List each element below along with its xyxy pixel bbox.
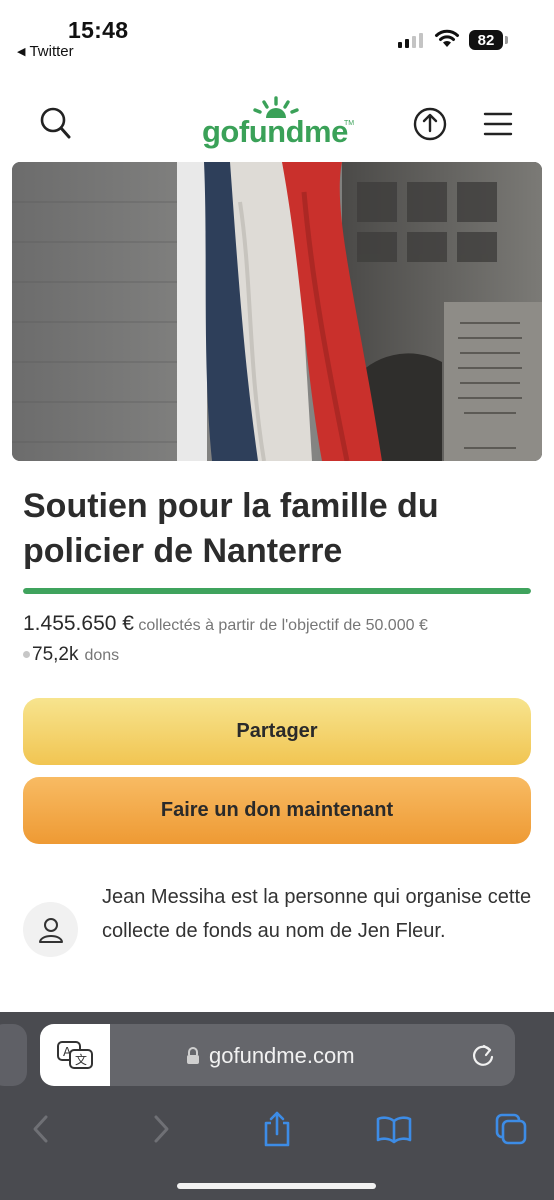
- translate-icon: A 文: [57, 1041, 93, 1069]
- back-icon: [33, 1115, 48, 1143]
- browser-toolbar: [0, 1100, 554, 1164]
- share-icon[interactable]: [410, 104, 450, 144]
- donors-count: 75,2k: [32, 644, 79, 665]
- status-time: 15:48: [68, 17, 129, 43]
- donors-label: dons: [84, 647, 120, 664]
- share-icon: [264, 1111, 290, 1147]
- campaign-hero-image: [12, 162, 542, 461]
- reload-icon[interactable]: [470, 1042, 496, 1068]
- back-to-app-link[interactable]: ◀ Twitter: [17, 43, 74, 60]
- avatar: [23, 902, 78, 957]
- battery-cap: [505, 36, 508, 44]
- battery-icon: 82: [469, 30, 503, 50]
- safari-toolbar: A 文 gofundme.com: [0, 1012, 554, 1200]
- back-triangle-icon: ◀: [17, 46, 26, 58]
- wifi-icon: [435, 29, 459, 47]
- bookmarks-button[interactable]: [371, 1106, 417, 1152]
- back-app-label: Twitter: [29, 43, 74, 60]
- previous-tab-stub[interactable]: [0, 1024, 27, 1086]
- menu-icon[interactable]: [480, 106, 516, 142]
- progress-fill: [23, 588, 531, 594]
- tabs-icon: [495, 1113, 527, 1145]
- forward-icon: [154, 1115, 169, 1143]
- donors-dot-icon: [23, 651, 30, 658]
- address-bar[interactable]: A 文 gofundme.com: [40, 1024, 515, 1086]
- signal-icon: [398, 33, 423, 48]
- url-display[interactable]: gofundme.com: [186, 1043, 355, 1069]
- bookmarks-icon: [376, 1116, 412, 1144]
- safari-share-button[interactable]: [254, 1106, 300, 1152]
- share-button[interactable]: Partager: [23, 698, 531, 765]
- logo-tm: TM: [344, 120, 355, 127]
- forward-button[interactable]: [138, 1106, 184, 1152]
- svg-text:文: 文: [75, 1052, 87, 1067]
- search-icon[interactable]: [36, 104, 76, 144]
- logo-wordmark: gofundme: [202, 114, 348, 149]
- lock-icon: [187, 1047, 199, 1064]
- donors-summary: 75,2k dons: [23, 644, 119, 666]
- url-text: gofundme.com: [209, 1043, 355, 1068]
- tabs-button[interactable]: [488, 1106, 534, 1152]
- campaign-title: Soutien pour la famille du policier de N…: [23, 487, 439, 570]
- gofundme-logo[interactable]: gofundme TM: [200, 96, 356, 152]
- status-bar: 15:48 ◀ Twitter 82: [0, 0, 554, 66]
- back-button[interactable]: [18, 1106, 64, 1152]
- person-icon: [38, 917, 63, 943]
- organizer-text: Jean Messiha est la personne qui organis…: [102, 886, 532, 942]
- raised-amount: 1.455.650 €: [23, 612, 134, 635]
- raised-summary: 1.455.650 € collectés à partir de l'obje…: [23, 612, 428, 636]
- translate-button[interactable]: A 文: [40, 1024, 110, 1086]
- donation-progress-bar: [23, 588, 531, 594]
- organizer-info: Jean Messiha est la personne qui organis…: [23, 880, 533, 980]
- arc-de-triomphe-flag-photo: [12, 162, 542, 461]
- site-header: gofundme TM: [0, 92, 554, 156]
- raised-goal-text: collectés à partir de l'objectif de 50.0…: [138, 617, 428, 634]
- home-indicator: [177, 1183, 376, 1189]
- donate-now-button[interactable]: Faire un don maintenant: [23, 777, 531, 844]
